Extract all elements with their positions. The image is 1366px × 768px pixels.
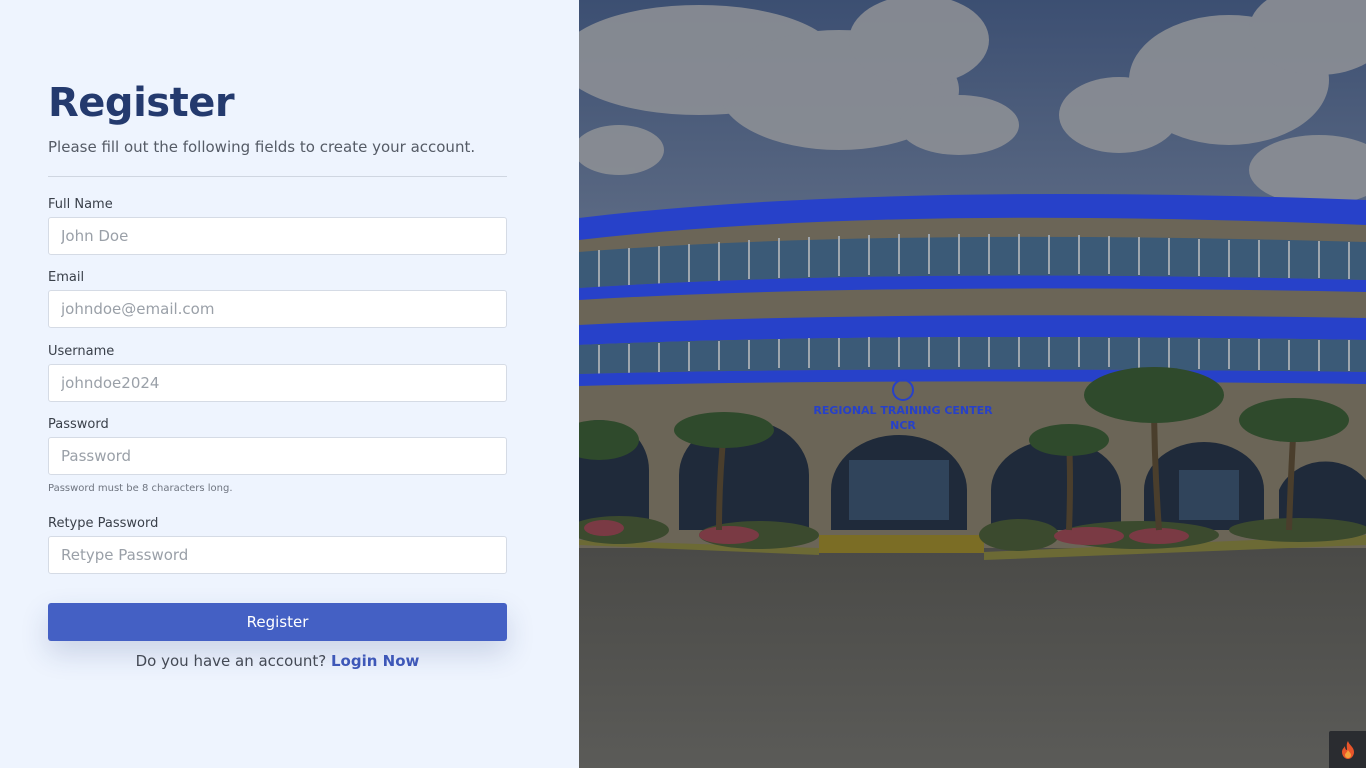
- hero-building-photo: REGIONAL TRAINING CENTER NCR: [579, 0, 1366, 768]
- password-label: Password: [48, 417, 109, 432]
- login-prompt-text: Do you have an account?: [135, 652, 327, 670]
- register-panel: Register Please fill out the following f…: [0, 0, 579, 768]
- password-input[interactable]: [48, 437, 507, 475]
- email-group: Email: [48, 270, 507, 328]
- building-sign-line1: REGIONAL TRAINING CENTER: [813, 404, 993, 417]
- full-name-input[interactable]: [48, 217, 507, 255]
- register-form: Register Please fill out the following f…: [48, 78, 507, 574]
- retype-password-group: Retype Password: [48, 516, 507, 574]
- divider: [48, 176, 507, 177]
- building-sign-line2: NCR: [890, 419, 916, 432]
- username-label: Username: [48, 344, 115, 359]
- page-subtitle: Please fill out the following fields to …: [48, 138, 476, 156]
- email-label: Email: [48, 270, 85, 285]
- username-group: Username: [48, 344, 507, 402]
- full-name-label: Full Name: [48, 197, 113, 212]
- building-illustration: REGIONAL TRAINING CENTER NCR: [579, 0, 1366, 768]
- password-group: Password Password must be 8 characters l…: [48, 417, 507, 495]
- retype-password-label: Retype Password: [48, 516, 159, 531]
- login-now-link[interactable]: Login Now: [331, 652, 419, 670]
- username-input[interactable]: [48, 364, 507, 402]
- full-name-group: Full Name: [48, 197, 507, 255]
- email-input[interactable]: [48, 290, 507, 328]
- register-button[interactable]: Register: [48, 603, 507, 641]
- flame-icon-glyph: [1341, 740, 1354, 759]
- retype-password-input[interactable]: [48, 536, 507, 574]
- page-title: Register: [48, 80, 235, 126]
- flame-icon[interactable]: [1329, 731, 1366, 768]
- login-prompt: Do you have an account? Login Now: [48, 650, 507, 672]
- password-helper-text: Password must be 8 characters long.: [48, 483, 233, 494]
